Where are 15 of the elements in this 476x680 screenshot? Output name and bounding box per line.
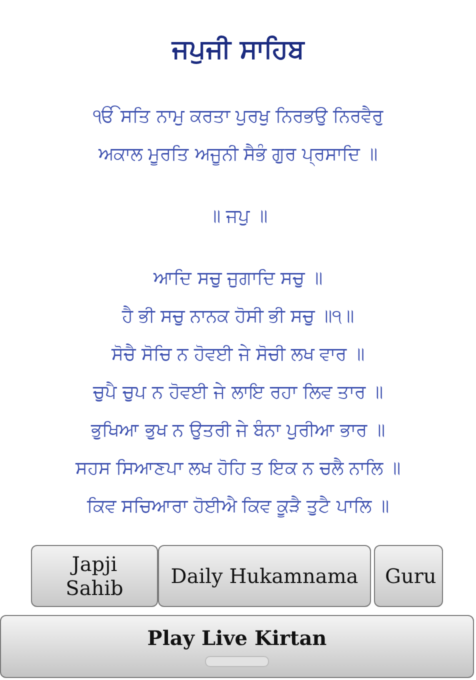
verse-line: ॥ ਜਪੁ ॥ (208, 205, 268, 229)
verse-line: ਕਿਵ ਸਚਿਆਰਾ ਹੋਈਐ ਕਿਵ ਕੂੜੈ ਤੁਟੈ ਪਾਲਿ ॥ (86, 494, 390, 520)
verse-line: ਸੋਚੈ ਸੋਚਿ ਨ ਹੋਵਈ ਜੇ ਸੋਚੀ ਲਖ ਵਾਰ ॥ (112, 342, 364, 367)
nav-button[interactable]: Daily Hukamnama (158, 545, 371, 607)
verse-line: ਚੁਪੈ ਚੁਪ ਨ ਹੋਵਈ ਜੇ ਲਾਇ ਰਹਾ ਲਿਵ ਤਾਰ ॥ (92, 380, 384, 405)
verse-line: ਭੁਖਿਆ ਭੁਖ ਨ ਉਤਰੀ ਜੇ ਬੰਨਾ ਪੁਰੀਆ ਭਾਰ ॥ (91, 419, 385, 443)
verse-line: ੴ ਸਤਿ ਨਾਮੁ ਕਰਤਾ ਪੁਰਖੁ ਨਿਰਭਉ ਨਿਰਵੈਰੁ (92, 104, 384, 129)
page-title: ਜਪੁਜੀ ਸਾਹਿਬ (172, 34, 304, 67)
toggle-button[interactable]: Play Live Kirtan (0, 615, 474, 678)
verse-line: ਅਕਾਲ ਮੂਰਤਿ ਅਜੂਨੀ ਸੈਭੰ ਗੁਰ ਪ੍ਰਸਾਦਿ ॥ (98, 142, 378, 168)
verse-line: ਆਦਿ ਸਚੁ ਜੁਗਾਦਿ ਸਚੁ ॥ (154, 267, 322, 291)
verse-line: ਹੈ ਭੀ ਸਚੁ ਨਾਨਕ ਹੋਸੀ ਭੀ ਸਚੁ ॥੧॥ (122, 304, 354, 329)
verse-line: ਸਹਸ ਸਿਆਣਪਾ ਲਖ ਹੋਹਿ ਤ ਇਕ ਨ ਚਲੈ ਨਾਲਿ ॥ (75, 456, 401, 481)
nav-button[interactable]: Japji Sahib (31, 545, 158, 607)
nav-button[interactable]: Guru (374, 545, 443, 607)
